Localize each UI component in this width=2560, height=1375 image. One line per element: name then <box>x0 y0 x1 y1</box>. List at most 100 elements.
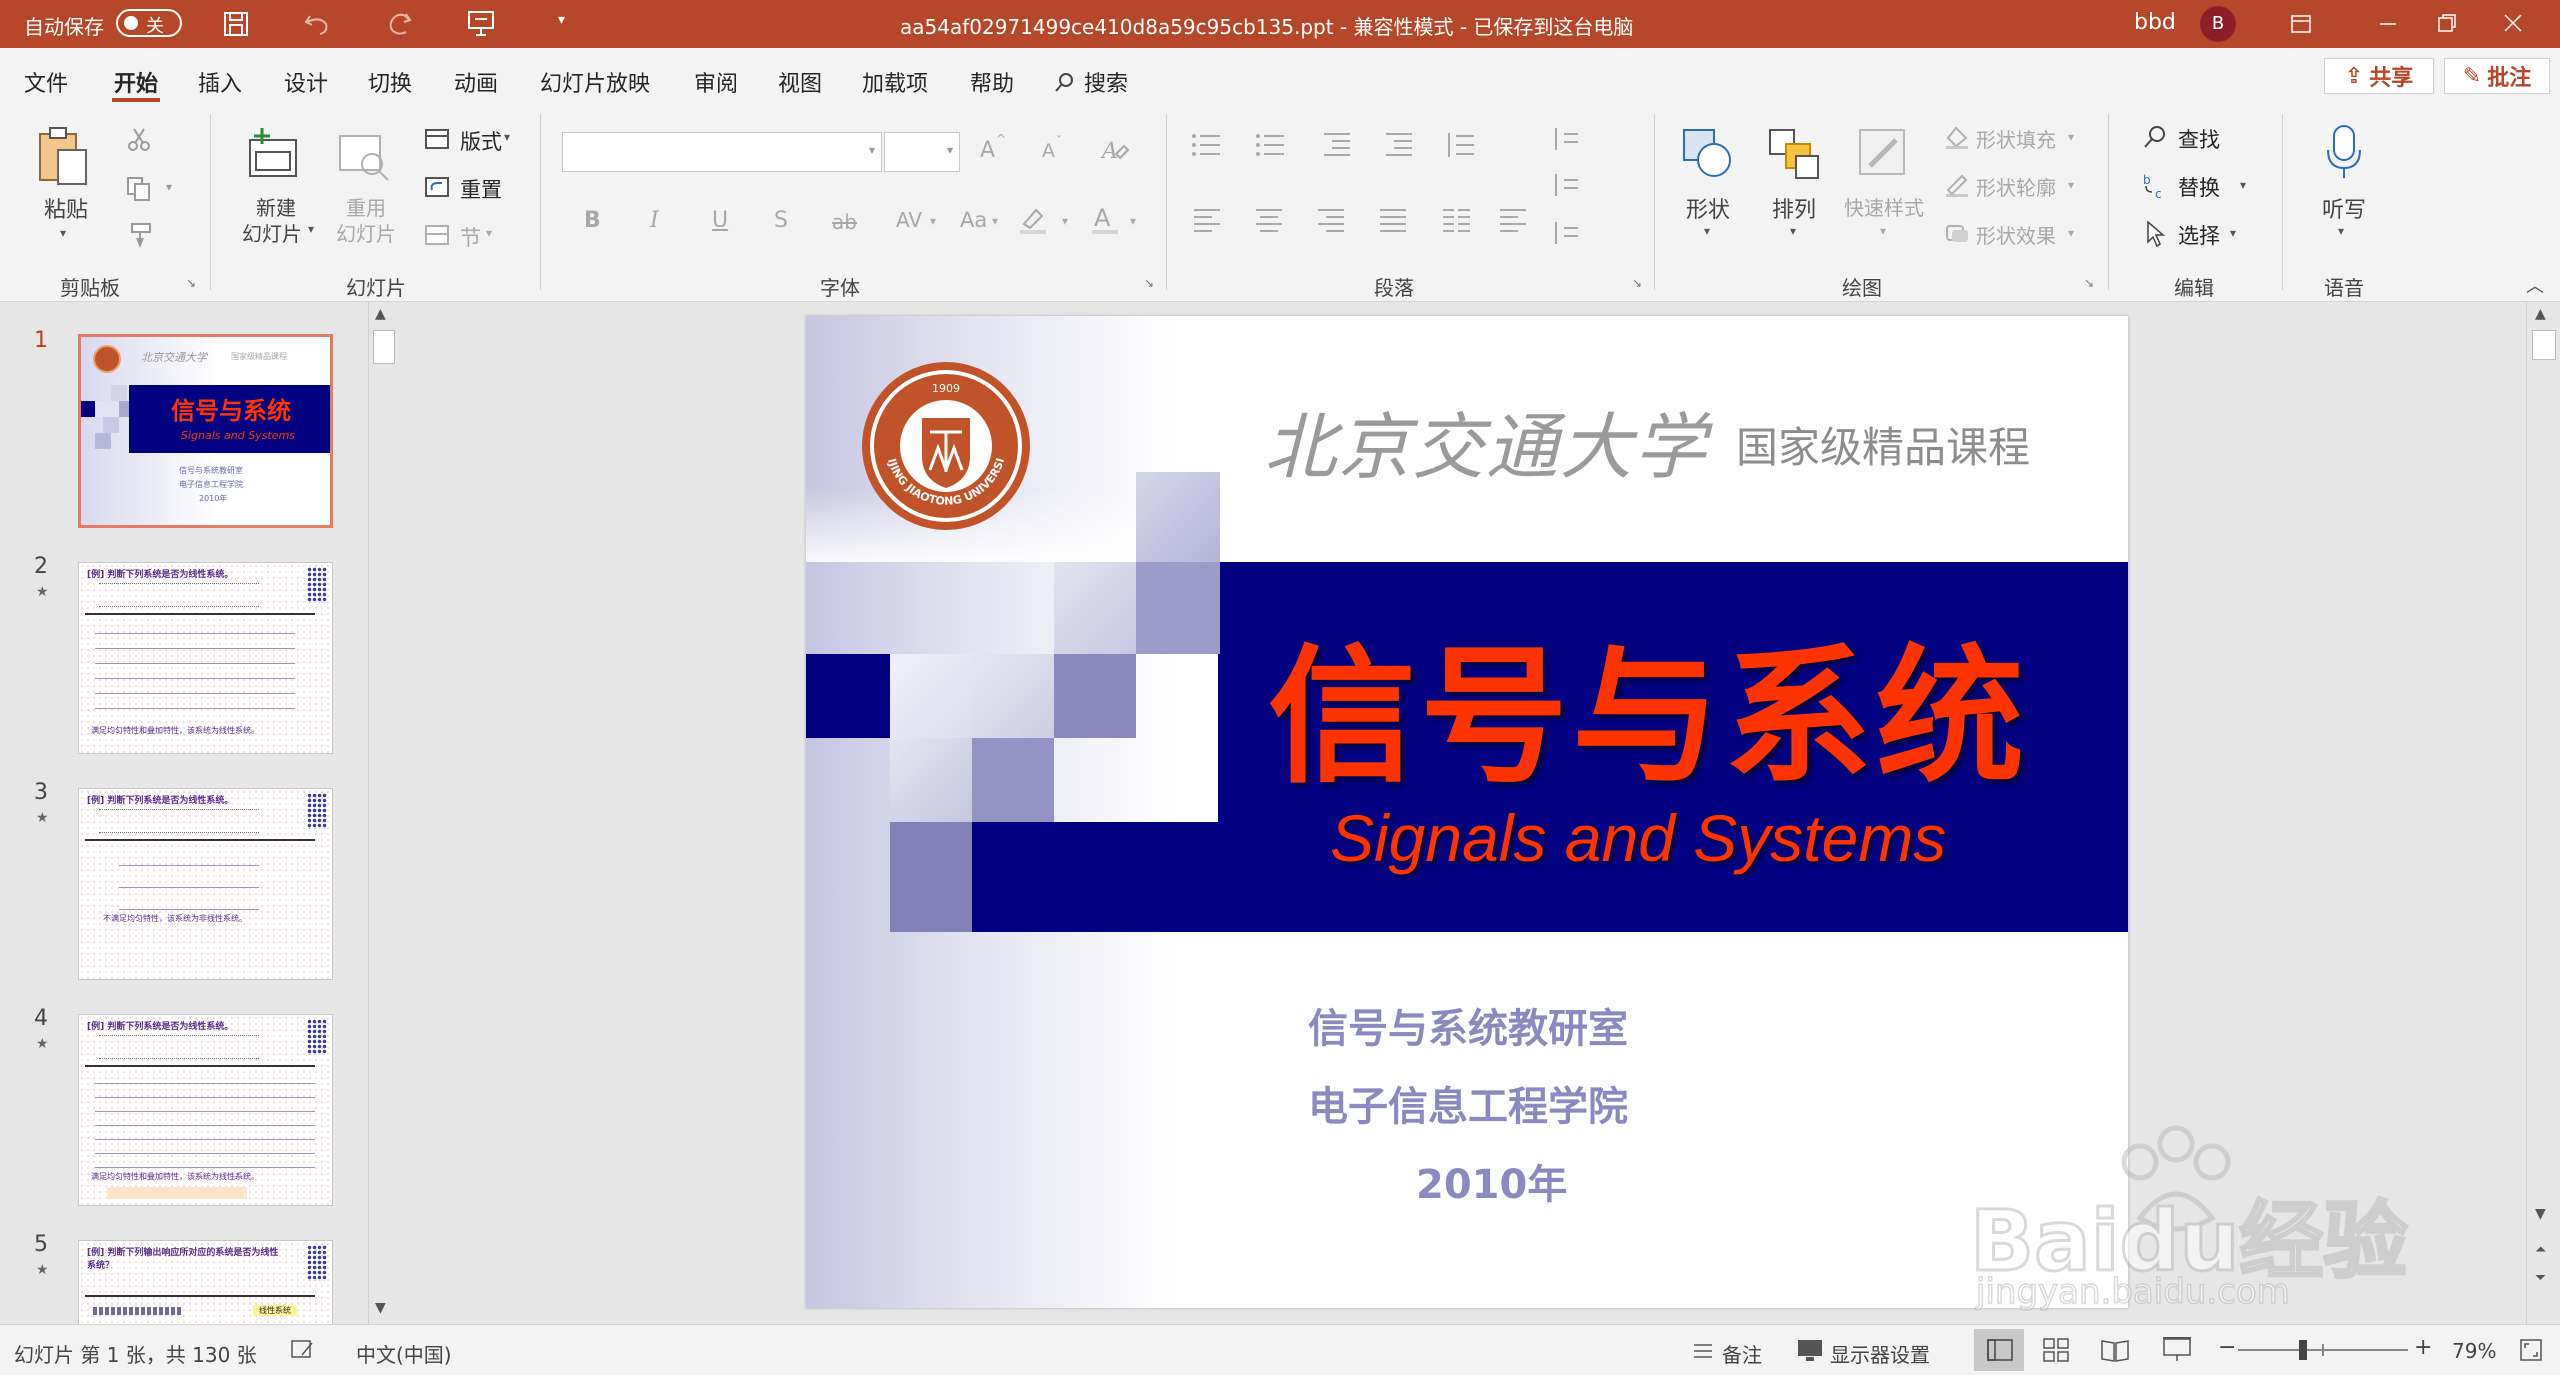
format-painter-icon[interactable] <box>126 222 154 250</box>
notes-icon[interactable] <box>1690 1339 1716 1361</box>
language[interactable]: 中文(中国) <box>356 1339 452 1368</box>
font-size-dropdown-icon[interactable]: ▾ <box>947 143 953 157</box>
slide-canvas[interactable]: 1909 BEIJING JIAOTONG UNIVERSITY 北京交通大学 … <box>806 316 2128 1308</box>
reuse-slides-label-2[interactable]: 幻灯片 <box>326 218 406 247</box>
copy-icon[interactable] <box>126 176 152 202</box>
previous-slide-icon[interactable]: ⏶ <box>2535 1242 2546 1258</box>
char-spacing-button[interactable]: AV <box>896 208 922 232</box>
increase-indent-icon[interactable] <box>1382 130 1416 160</box>
shape-outline-dropdown-icon[interactable]: ▾ <box>2068 178 2074 192</box>
reuse-slides-icon[interactable] <box>338 132 392 182</box>
more-align-icon[interactable] <box>1496 206 1530 236</box>
arrange-icon[interactable] <box>1766 126 1822 182</box>
slideshow-view-icon[interactable] <box>2162 1335 2192 1363</box>
minimize-icon[interactable] <box>2378 16 2398 32</box>
zoom-out-button[interactable]: − <box>2218 1335 2236 1360</box>
autosave-toggle[interactable]: 关 <box>116 9 182 37</box>
text-shadow-button[interactable]: S <box>774 208 788 233</box>
slide-thumbnail-3[interactable]: [例] 判断下列系统是否为线性系统。 不满足均匀特性，该系统为非线性系统。 <box>78 788 333 980</box>
select-dropdown-icon[interactable]: ▾ <box>2230 226 2236 240</box>
fit-to-window-icon[interactable] <box>2518 1337 2544 1363</box>
shapes-icon[interactable] <box>1680 126 1736 182</box>
zoom-slider-thumb[interactable] <box>2299 1340 2308 1360</box>
new-slide-label-1[interactable]: 新建 <box>236 192 316 221</box>
scroll-thumb[interactable] <box>2532 330 2556 360</box>
close-icon[interactable] <box>2502 12 2524 34</box>
grow-font-icon[interactable]: A <box>980 138 995 163</box>
slide-thumbnail-5[interactable]: [例] 判断下列输出响应所对应的系统是否为线性系统？ 线性系统 <box>78 1240 333 1324</box>
paste-label[interactable]: 粘贴 <box>38 192 94 224</box>
present-icon[interactable] <box>466 8 496 38</box>
clear-formatting-icon[interactable]: A <box>1100 136 1130 166</box>
save-icon[interactable] <box>222 10 250 38</box>
align-text-icon[interactable] <box>1550 170 1584 200</box>
paragraph-launcher-icon[interactable]: ↘ <box>1632 276 1642 290</box>
scroll-down-icon[interactable]: ▼ <box>375 1300 386 1316</box>
arrange-dropdown-icon[interactable]: ▾ <box>1790 224 1796 238</box>
shape-effects-label[interactable]: 形状效果 <box>1976 220 2056 249</box>
strikethrough-button[interactable]: ab <box>832 210 857 234</box>
bullets-icon[interactable] <box>1190 130 1224 160</box>
find-icon[interactable] <box>2142 124 2168 150</box>
shape-effects-dropdown-icon[interactable]: ▾ <box>2068 226 2074 240</box>
slide-thumbnail-4[interactable]: [例] 判断下列系统是否为线性系统。 满足均匀特性和叠加特性，该系统为线性系统。 <box>78 1014 333 1206</box>
zoom-in-button[interactable]: + <box>2414 1335 2432 1360</box>
tab-animations[interactable]: 动画 <box>454 66 498 98</box>
scroll-up-icon[interactable]: ▲ <box>375 306 386 322</box>
underline-button[interactable]: U <box>712 208 728 233</box>
tab-help[interactable]: 帮助 <box>970 66 1014 98</box>
arrange-label[interactable]: 排列 <box>1754 192 1834 224</box>
tab-view[interactable]: 视图 <box>778 66 822 98</box>
drawing-launcher-icon[interactable]: ↘ <box>2084 276 2094 290</box>
tab-file[interactable]: 文件 <box>24 66 68 98</box>
paste-icon[interactable] <box>36 124 92 190</box>
scroll-thumb[interactable] <box>373 330 395 364</box>
new-slide-icon[interactable] <box>246 126 302 180</box>
clipboard-launcher-icon[interactable]: ↘ <box>186 276 196 290</box>
align-left-icon[interactable] <box>1190 206 1224 236</box>
font-launcher-icon[interactable]: ↘ <box>1144 276 1154 290</box>
shapes-label[interactable]: 形状 <box>1668 192 1748 224</box>
customize-qat-icon[interactable]: ▾ <box>558 12 565 28</box>
user-name[interactable]: bbd <box>2134 10 2176 35</box>
replace-icon[interactable]: bc <box>2142 172 2170 200</box>
tab-home[interactable]: 开始 <box>114 66 158 98</box>
text-direction-icon[interactable] <box>1550 124 1584 154</box>
tab-review[interactable]: 审阅 <box>694 66 738 98</box>
search-box[interactable]: 搜索 <box>1054 66 1128 98</box>
reading-view-icon[interactable] <box>2100 1337 2130 1363</box>
italic-button[interactable]: I <box>650 208 659 233</box>
thumbnail-pane[interactable]: 1 北京交通大学 国家级精品课程 信号与系统 Signals and Syste… <box>0 302 372 1324</box>
align-right-icon[interactable] <box>1314 206 1348 236</box>
slide-thumbnail-1[interactable]: 北京交通大学 国家级精品课程 信号与系统 Signals and Systems… <box>78 334 333 528</box>
layout-label[interactable]: 版式 <box>460 126 502 156</box>
section-icon[interactable] <box>424 224 450 246</box>
replace-dropdown-icon[interactable]: ▾ <box>2240 178 2246 192</box>
scroll-up-icon[interactable]: ▲ <box>2535 306 2546 322</box>
shapes-dropdown-icon[interactable]: ▾ <box>1704 224 1710 238</box>
line-spacing-icon[interactable] <box>1444 130 1478 160</box>
display-settings-label[interactable]: 显示器设置 <box>1830 1339 1930 1368</box>
char-spacing-dropdown-icon[interactable]: ▾ <box>930 214 936 228</box>
cut-icon[interactable] <box>126 126 152 152</box>
zoom-slider[interactable] <box>2238 1340 2408 1360</box>
microphone-icon[interactable] <box>2324 124 2364 184</box>
shape-fill-icon[interactable] <box>1944 124 1970 150</box>
justify-icon[interactable] <box>1376 206 1410 236</box>
shape-effects-icon[interactable] <box>1944 220 1970 246</box>
tab-slideshow[interactable]: 幻灯片放映 <box>540 66 650 98</box>
font-name-dropdown-icon[interactable]: ▾ <box>869 143 875 157</box>
quick-styles-label[interactable]: 快速样式 <box>1834 192 1934 221</box>
shape-outline-label[interactable]: 形状轮廓 <box>1976 172 2056 201</box>
spelling-check-icon[interactable] <box>290 1339 316 1361</box>
quick-styles-icon[interactable] <box>1856 126 1912 182</box>
section-dropdown-icon[interactable]: ▾ <box>486 226 492 240</box>
copy-dropdown-icon[interactable]: ▾ <box>166 180 172 194</box>
change-case-dropdown-icon[interactable]: ▾ <box>992 214 998 228</box>
ribbon-display-icon[interactable] <box>2290 14 2312 34</box>
columns-icon[interactable] <box>1440 206 1474 236</box>
zoom-level[interactable]: 79% <box>2452 1339 2496 1363</box>
align-center-icon[interactable] <box>1252 206 1286 236</box>
shape-outline-icon[interactable] <box>1944 172 1970 198</box>
dictate-dropdown-icon[interactable]: ▾ <box>2338 224 2344 238</box>
